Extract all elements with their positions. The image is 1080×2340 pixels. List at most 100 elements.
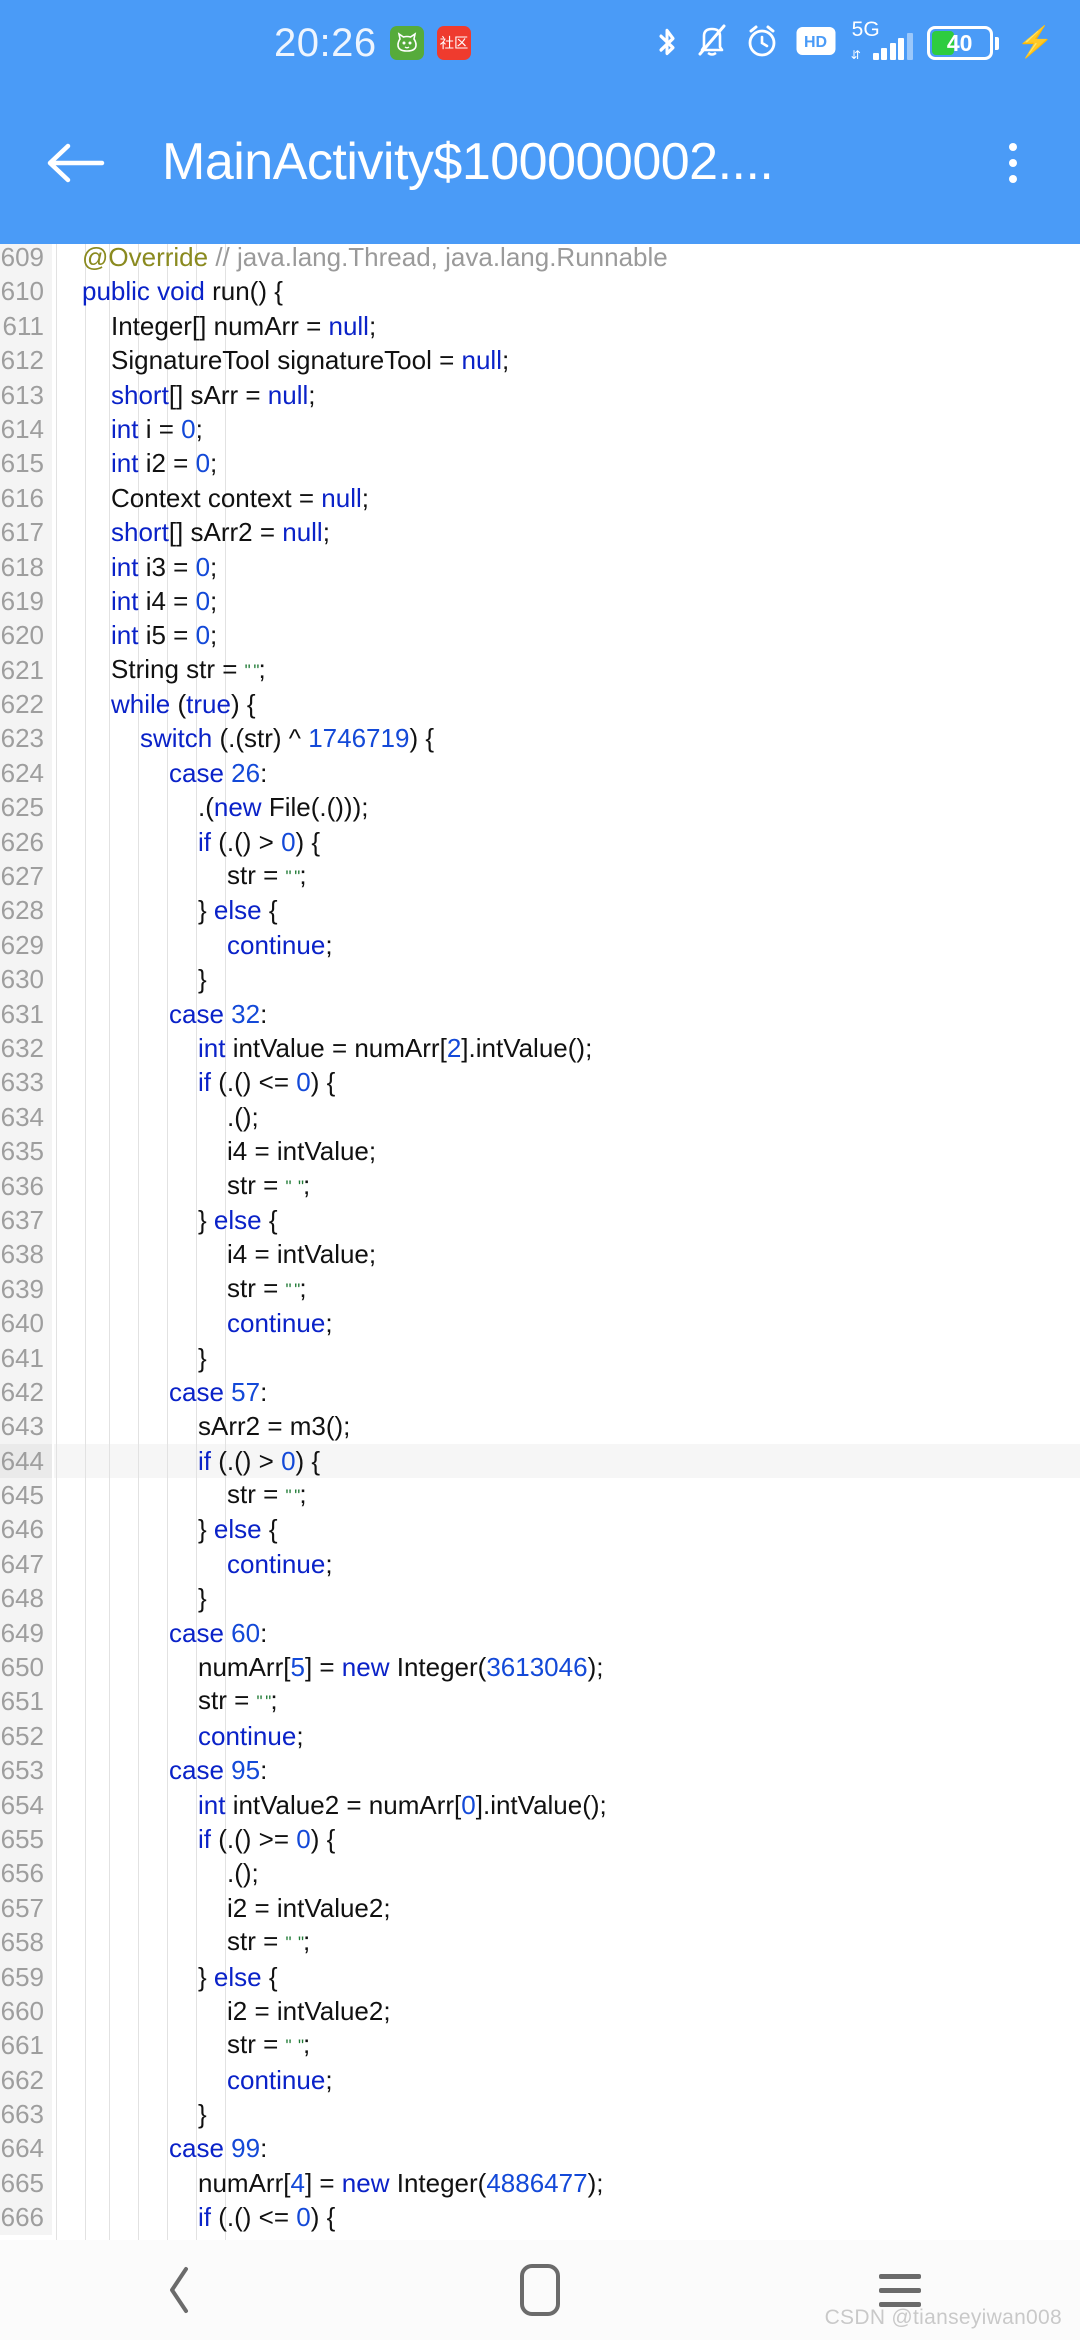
line-number: 666 bbox=[0, 2200, 52, 2235]
code-token-str: " " bbox=[285, 1486, 301, 1506]
nav-back-button[interactable] bbox=[0, 2240, 360, 2340]
code-token-plain: ; bbox=[325, 2064, 333, 2095]
code-token-plain: ; bbox=[258, 653, 266, 684]
code-line: 648} bbox=[0, 1581, 1080, 1616]
code-token-kw: null bbox=[461, 345, 502, 376]
code-line: 646} else { bbox=[0, 1512, 1080, 1547]
line-number: 627 bbox=[0, 859, 52, 894]
code-line: 625 .(new File(.())); bbox=[0, 790, 1080, 825]
code-text: int intValue = numArr[2].intValue(); bbox=[52, 1031, 1080, 1065]
line-number: 624 bbox=[0, 755, 52, 791]
code-token-plain: ; bbox=[299, 1272, 307, 1303]
code-token-num: 0 bbox=[296, 2202, 311, 2233]
code-text: continue; bbox=[52, 2063, 1080, 2097]
line-number: 645 bbox=[0, 1478, 52, 1513]
code-text: .(new File(.())); bbox=[52, 790, 1080, 824]
code-text: public void run() { bbox=[52, 274, 1080, 308]
code-token-plain: : bbox=[260, 998, 268, 1029]
line-number: 614 bbox=[0, 411, 52, 447]
line-number: 629 bbox=[0, 927, 52, 963]
watermark-text: CSDN @tianseyiwan008 bbox=[824, 2306, 1062, 2329]
code-text: numArr[5] = new Integer(3613046); bbox=[52, 1650, 1080, 1684]
code-text: int i = 0; bbox=[52, 412, 1080, 446]
signal-5g-icon: 5G ⇵ bbox=[851, 19, 913, 65]
code-token-plain: str = bbox=[227, 860, 286, 891]
code-token-plain: ; bbox=[303, 2029, 311, 2060]
code-token-kw: case bbox=[169, 1376, 232, 1407]
line-number: 636 bbox=[0, 1168, 52, 1203]
line-number: 655 bbox=[0, 1821, 52, 1857]
line-number: 660 bbox=[0, 1993, 52, 2029]
code-token-plain: ; bbox=[210, 551, 218, 582]
code-line: 654 int intValue2 = numArr[0].intValue(); bbox=[0, 1787, 1080, 1822]
code-text: } else { bbox=[52, 893, 1080, 927]
code-text: short[] sArr = null; bbox=[52, 378, 1080, 412]
code-token-plain: str = bbox=[227, 1272, 286, 1303]
code-text: numArr[4] = new Integer(4886477); bbox=[52, 2166, 1080, 2200]
code-token-plain: [] sArr2 = bbox=[168, 517, 283, 548]
code-text: } bbox=[52, 1341, 1080, 1375]
code-line: 653 case 95: bbox=[0, 1753, 1080, 1788]
code-token-kw: continue bbox=[227, 929, 326, 960]
line-number: 619 bbox=[0, 583, 52, 619]
status-bar-left: 20:26 社区 bbox=[274, 23, 471, 63]
code-token-plain: String str = bbox=[111, 653, 245, 684]
code-line: 651 str = " "; bbox=[0, 1684, 1080, 1719]
code-token-plain: (.() >= bbox=[218, 1823, 297, 1854]
nav-home-icon bbox=[520, 2264, 560, 2316]
code-token-plain: ; bbox=[303, 1926, 311, 1957]
code-token-kw: case bbox=[169, 998, 232, 1029]
code-token-kw: int bbox=[198, 1789, 233, 1820]
code-token-plain: ; bbox=[308, 379, 316, 410]
overflow-menu-icon[interactable] bbox=[976, 86, 1050, 240]
code-text: SignatureTool signatureTool = null; bbox=[52, 343, 1080, 377]
code-line: 616 Context context = null; bbox=[0, 480, 1080, 516]
code-text: } else { bbox=[52, 1512, 1080, 1546]
line-number: 641 bbox=[0, 1340, 52, 1375]
code-line: 659} else { bbox=[0, 1959, 1080, 1994]
line-number: 612 bbox=[0, 343, 52, 378]
code-line: 619 int i4 = 0; bbox=[0, 583, 1080, 619]
code-text: while (true) { bbox=[52, 687, 1080, 721]
code-line: 633 if (.() <= 0) { bbox=[0, 1065, 1080, 1100]
status-clock: 20:26 bbox=[274, 21, 377, 65]
code-text: if (.() <= 0) { bbox=[52, 2200, 1080, 2234]
code-token-plain: } bbox=[198, 964, 207, 995]
code-token-plain: i2 = intValue2; bbox=[227, 1995, 391, 2026]
line-number: 647 bbox=[0, 1546, 52, 1582]
code-line: 618 int i3 = 0; bbox=[0, 549, 1080, 584]
charging-bolt-icon: ⚡ bbox=[1016, 26, 1054, 59]
code-token-kw: else bbox=[213, 1514, 269, 1545]
app-bar: MainActivity$100000002.... bbox=[0, 86, 1080, 240]
line-number: 657 bbox=[0, 1890, 52, 1926]
code-viewer[interactable]: 609 @Override // java.lang.Thread, java.l… bbox=[0, 240, 1080, 2240]
code-text: continue; bbox=[52, 928, 1080, 962]
code-token-plain: run() { bbox=[212, 276, 283, 307]
back-arrow-icon[interactable] bbox=[30, 139, 120, 187]
code-text: case 26: bbox=[52, 756, 1080, 790]
code-token-plain: .(); bbox=[227, 1858, 259, 1889]
code-line: 663} bbox=[0, 2097, 1080, 2132]
code-token-kw: public void bbox=[82, 276, 213, 307]
line-number: 635 bbox=[0, 1134, 52, 1169]
code-line: 610 public void run() { bbox=[0, 274, 1080, 309]
bluetooth-icon bbox=[653, 21, 681, 66]
code-token-plain: ; bbox=[210, 620, 218, 651]
code-token-num: 4 bbox=[290, 2167, 305, 2198]
code-line: 614 int i = 0; bbox=[0, 411, 1080, 447]
code-text: if (.() <= 0) { bbox=[52, 1065, 1080, 1099]
nav-home-button[interactable] bbox=[360, 2240, 720, 2340]
code-token-num: 0 bbox=[195, 448, 211, 479]
shequ-app-notification-icon[interactable]: 社区 bbox=[436, 26, 471, 60]
cat-app-notification-icon[interactable] bbox=[389, 26, 424, 60]
code-line: 621 String str = " "; bbox=[0, 652, 1080, 688]
code-token-plain: str = bbox=[227, 2029, 286, 2060]
code-token-kw: short bbox=[111, 517, 169, 548]
line-number: 632 bbox=[0, 1030, 52, 1066]
code-line: 632 int intValue = numArr[2].intValue(); bbox=[0, 1030, 1080, 1066]
code-text: i4 = intValue; bbox=[52, 1134, 1080, 1168]
code-token-plain: SignatureTool signatureTool = bbox=[111, 345, 462, 376]
line-number: 618 bbox=[0, 549, 52, 584]
code-token-plain: : bbox=[260, 1755, 268, 1786]
code-token-plain: { bbox=[268, 1514, 278, 1545]
